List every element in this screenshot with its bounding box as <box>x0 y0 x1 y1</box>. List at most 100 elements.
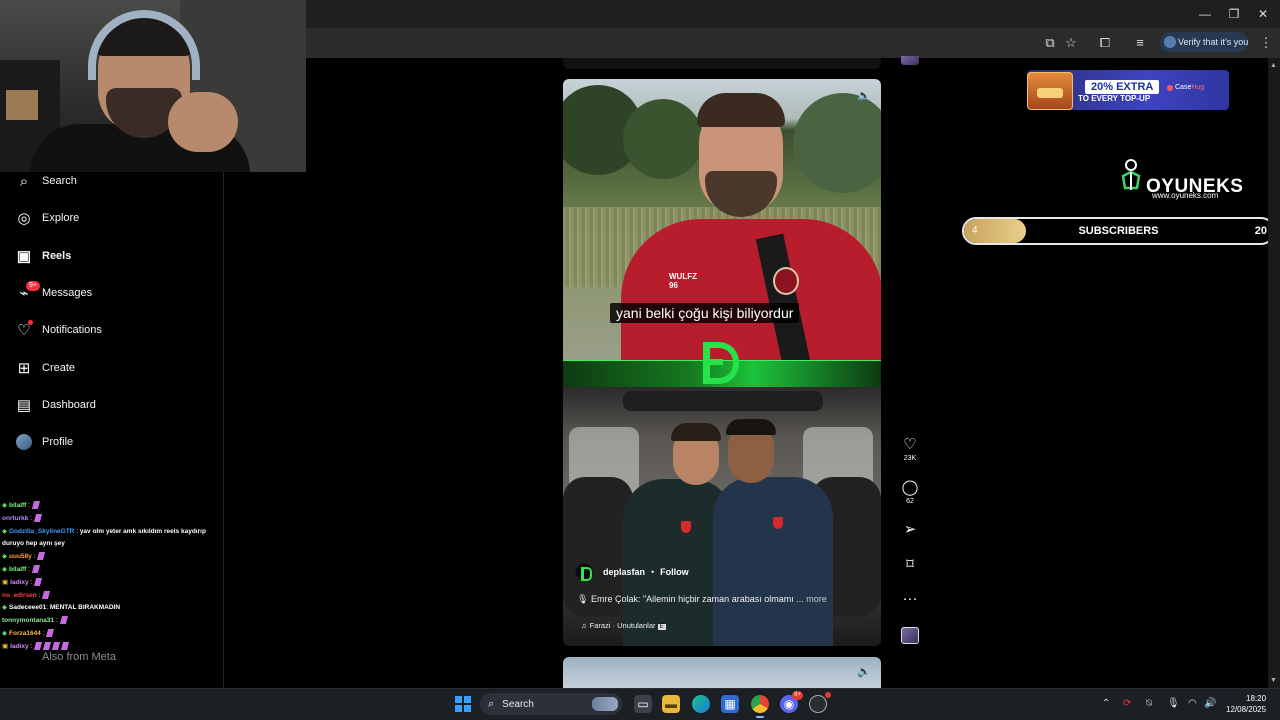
reel-caption[interactable]: 🎙 Emre Çolak: "Ailemin hiçbir zaman arab… <box>577 594 827 605</box>
reel-owner: deplasfan • Follow <box>575 563 689 581</box>
taskbar-search[interactable]: ⌕ Search <box>480 693 622 715</box>
sidebar-item-dashboard[interactable]: ▤ Dashboard <box>14 393 96 417</box>
chat-message: ◆ bilalff : <box>2 564 222 577</box>
next-reel-edge[interactable]: 🔈 <box>563 657 881 688</box>
scroll-down-icon[interactable]: ▼ <box>1270 677 1277 684</box>
chevron-up-icon[interactable]: ⌃ <box>1102 698 1110 709</box>
restore-icon[interactable]: ❐ <box>1225 5 1243 23</box>
file-explorer-icon[interactable]: ▬ <box>662 695 680 713</box>
chat-username: Godzilla_SkylineGTR <box>9 527 75 535</box>
speaker-icon[interactable]: 🔈 <box>857 89 871 102</box>
save-button[interactable]: ⌑ <box>898 557 922 573</box>
chat-message: no_edirsen : <box>2 590 222 603</box>
sidebar-item-label: Profile <box>42 436 74 448</box>
previous-reel-edge <box>563 58 881 69</box>
more-options-button[interactable]: ··· <box>898 591 922 607</box>
notification-dot <box>28 320 33 325</box>
sidebar-item-label: Messages <box>42 287 93 299</box>
casehug-ad: 20% EXTRA TO EVERY TOP-UP CaseHug <box>1027 70 1229 110</box>
edge-icon[interactable] <box>692 695 710 713</box>
wifi-icon[interactable]: ◠ <box>1188 698 1197 709</box>
chrome-icon[interactable] <box>751 695 769 718</box>
ad-brand: CaseHug <box>1175 84 1205 91</box>
profile-icon <box>1164 36 1176 48</box>
ad-percent: 20% EXTRA <box>1085 80 1160 94</box>
close-icon[interactable]: ✕ <box>1254 5 1272 23</box>
comment-count: 62 <box>906 498 914 505</box>
sidebar-item-label: Explore <box>42 212 80 224</box>
sidebar-item-search[interactable]: ⌕ Search <box>14 169 77 193</box>
messages-badge: 9+ <box>26 281 40 291</box>
subscriber-goal-bar: 4 SUBSCRIBERS 20 <box>962 217 1275 245</box>
reading-list-icon[interactable]: ≡ <box>1131 34 1149 52</box>
oyuneks-mascot-icon <box>1121 159 1141 190</box>
menu-icon[interactable]: ⋮ <box>1257 34 1275 52</box>
notifications-off-icon[interactable]: ⍉ <box>1146 698 1152 709</box>
comment-button[interactable]: ◯ 62 <box>898 480 922 506</box>
chat-username: ladixy <box>10 642 29 650</box>
sidebar-item-label: Search <box>42 175 77 187</box>
taskbar-search-label: Search <box>502 698 534 710</box>
speaker-icon[interactable]: 🔈 <box>857 665 871 678</box>
caption-more-link[interactable]: more <box>806 594 827 604</box>
sync-icon[interactable]: ⟳ <box>1123 698 1131 709</box>
sidebar-item-label: Reels <box>42 250 72 262</box>
sidebar-item-notifications[interactable]: ♡ Notifications <box>14 318 102 342</box>
chart-icon: ▤ <box>16 397 32 414</box>
sidebar-item-profile[interactable]: Profile <box>14 430 73 454</box>
audio-thumbnail[interactable] <box>901 56 919 65</box>
system-clock[interactable]: 18:20 12/08/2025 <box>1226 693 1266 715</box>
bookmark-icon: ⌑ <box>906 556 914 573</box>
webcam-overlay <box>0 0 306 172</box>
verify-identity-chip[interactable]: Verify that it's you <box>1160 32 1248 52</box>
minimize-icon[interactable]: — <box>1196 5 1214 23</box>
sidebar-item-label: Dashboard <box>42 399 96 411</box>
star-icon[interactable]: ☆ <box>1062 34 1080 52</box>
oyuneks-url: www.oyuneks.com <box>1152 191 1219 200</box>
share-button[interactable]: ➢ <box>898 522 922 538</box>
subscriber-goal: 20 <box>1254 225 1267 237</box>
microphone-icon[interactable]: 🎙 <box>1167 698 1180 709</box>
discord-icon[interactable]: ◉ 9+ <box>780 691 803 713</box>
account-name[interactable]: deplasfan <box>603 567 645 577</box>
clock-time: 18:20 <box>1246 694 1267 703</box>
reel-video[interactable]: WULFZ 96 yani belki çoğu kişi biliyordur … <box>563 79 881 646</box>
chat-message: tonnymontana31 : <box>2 615 222 628</box>
mic-icon: 🎙 <box>577 594 589 604</box>
sidebar-item-reels[interactable]: ▣ Reels <box>14 244 71 268</box>
extensions-icon[interactable]: ⧠ <box>1096 34 1114 52</box>
messenger-icon: ⌁ 9+ <box>14 281 40 303</box>
subscriber-label: SUBSCRIBERS <box>1078 225 1159 237</box>
chat-message: onrturkk : <box>2 513 222 526</box>
search-icon: ⌕ <box>19 172 29 190</box>
audio-title: Farazi · Unutulanlar <box>589 621 656 630</box>
chat-username: no_edirsen <box>2 591 37 599</box>
reel-audio[interactable]: ♫ Farazi · Unutulanlar E <box>581 621 666 630</box>
sidebar-item-messages[interactable]: ⌁ 9+ Messages <box>14 281 92 305</box>
windows-start-icon[interactable] <box>455 696 471 712</box>
casehug-logo-icon <box>1167 85 1173 91</box>
cast-icon[interactable]: ⧉ <box>1041 34 1059 52</box>
audio-thumbnail[interactable] <box>901 627 919 644</box>
scroll-up-icon[interactable]: ▲ <box>1270 62 1277 69</box>
plus-square-icon: ⊞ <box>17 360 31 377</box>
task-view-icon[interactable]: ▭ <box>634 695 652 713</box>
video-subtitle: yani belki çoğu kişi biliyordur <box>610 303 800 323</box>
avatar-icon <box>14 432 34 452</box>
also-from-meta-link[interactable]: Also from Meta <box>42 651 116 663</box>
chat-username: bilalff <box>9 502 27 509</box>
chat-username: uuu58y <box>9 553 32 561</box>
follow-button[interactable]: Follow <box>660 567 689 577</box>
page-scrollbar[interactable]: ▲ ▼ <box>1268 58 1280 688</box>
chat-username: Forza1644 <box>9 629 41 637</box>
account-avatar[interactable] <box>575 563 593 581</box>
chat-message: ◆ uuu58y : <box>2 551 222 564</box>
stream-chat: ◆ bilalff : onrturkk : ◆ Godzilla_SkylineG… <box>2 500 222 668</box>
volume-icon[interactable]: 🔊 <box>1204 698 1216 709</box>
store-icon[interactable]: ▦ <box>721 695 739 713</box>
sidebar-item-create[interactable]: ⊞ Create <box>14 356 75 380</box>
like-button[interactable]: ♡ 23K <box>898 437 922 463</box>
sidebar-item-explore[interactable]: ◎ Explore <box>14 206 79 230</box>
app-icon[interactable] <box>809 692 831 713</box>
chat-username: onrturkk <box>2 514 29 522</box>
